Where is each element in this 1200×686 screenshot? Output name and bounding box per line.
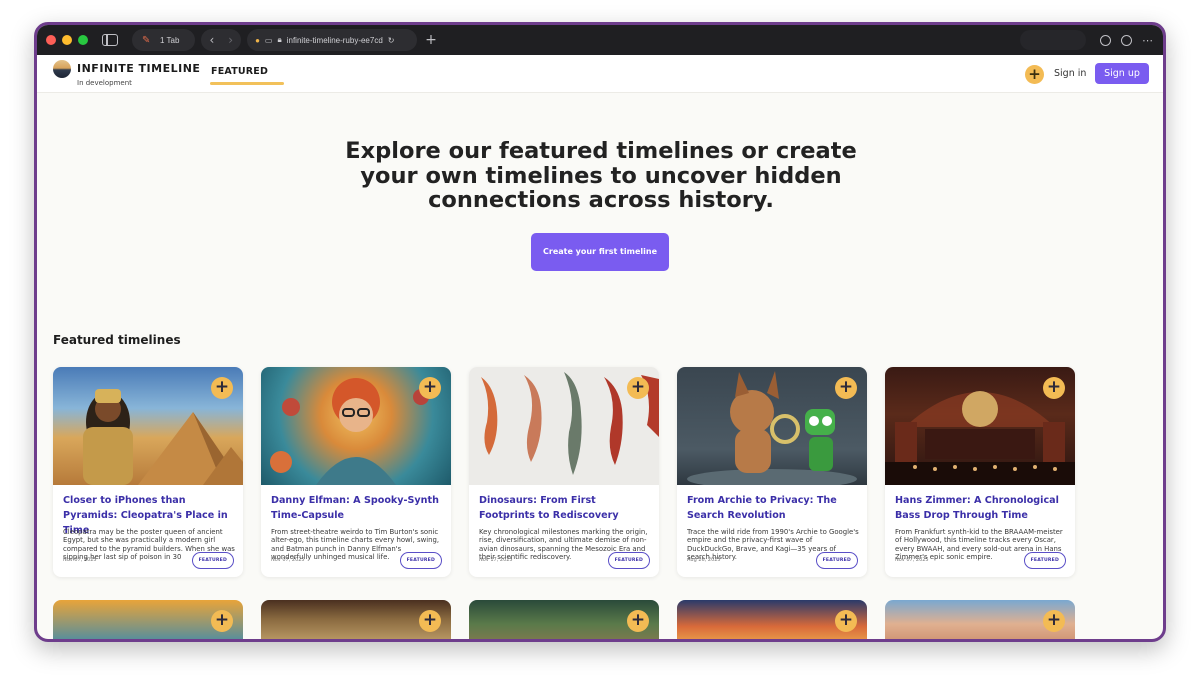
card-date: Nov 07, 2025 [895,557,929,563]
browser-window: ✎ 1 Tab ‹ › ● ▭ 🔒︎ infinite-timeline-rub… [34,22,1166,642]
add-card-plus-icon[interactable]: + [627,377,649,399]
timeline-card-partial[interactable]: + [53,600,243,639]
timeline-card[interactable]: + Danny Elfman: A Spooky-Synth Time-Caps… [261,367,451,577]
new-tab-icon[interactable]: + [425,32,437,48]
sign-up-button[interactable]: Sign up [1095,63,1149,84]
close-window-button[interactable] [46,35,56,45]
tab-count: 1 Tab [160,35,180,45]
card-title[interactable]: From Archie to Privacy: The Search Revol… [687,493,861,523]
card-date: Nov 07, 2025 [63,557,97,563]
timeline-card-partial[interactable]: + [261,600,451,639]
more-icon[interactable]: ⋯ [1142,34,1153,47]
create-timeline-button[interactable]: Create your first timeline [531,233,669,271]
sign-in-link[interactable]: Sign in [1054,68,1086,79]
maximize-window-button[interactable] [78,35,88,45]
brand-name[interactable]: INFINITE TIMELINE [77,62,200,75]
sidebar-toggle-icon[interactable] [102,34,118,46]
featured-badge: FEATURED [399,552,442,569]
card-date: Aug 26, 2025 [687,557,721,563]
add-card-plus-icon[interactable]: + [835,377,857,399]
add-card-plus-icon[interactable]: + [627,610,649,632]
timeline-card-partial[interactable]: + [677,600,867,639]
timeline-card-partial[interactable]: + [885,600,1075,639]
nav-featured-link[interactable]: FEATURED [211,66,268,77]
site-header: INFINITE TIMELINE In development FEATURE… [37,55,1163,93]
featured-badge: FEATURED [1023,552,1066,569]
featured-badge: FEATURED [815,552,858,569]
card-date: Nov 07, 2025 [271,557,305,563]
timeline-card[interactable]: + Hans Zimmer: A Chronological Bass Drop… [885,367,1075,577]
logo-icon[interactable] [53,60,71,78]
history-nav: ‹ › [201,29,242,51]
add-card-plus-icon[interactable]: + [419,610,441,632]
card-title[interactable]: Hans Zimmer: A Chronological Bass Drop T… [895,493,1069,523]
add-card-plus-icon[interactable]: + [211,610,233,632]
card-date: Nov 17, 2025 [479,557,513,563]
featured-badge: FEATURED [191,552,234,569]
add-card-plus-icon[interactable]: + [1043,610,1065,632]
add-card-plus-icon[interactable]: + [211,377,233,399]
site-favicon-icon: ● [255,35,260,45]
forward-icon[interactable]: › [228,33,233,47]
hero-title: Explore our featured timelines or create… [345,138,857,213]
brush-icon: ✎ [142,34,151,46]
add-timeline-button[interactable]: + [1025,65,1044,84]
card-title[interactable]: Dinosaurs: From First Footprints to Redi… [479,493,653,523]
minimize-window-button[interactable] [62,35,72,45]
toolbar-blank-pill [1020,30,1086,50]
featured-badge: FEATURED [607,552,650,569]
timeline-card-partial[interactable]: + [469,600,659,639]
lock-icon: 🔒︎ [277,35,282,44]
address-bar[interactable]: ● ▭ 🔒︎ infinite-timeline-ruby-ee7cd ↻ [247,29,418,51]
toolbar-right: ⋯ [1020,30,1153,50]
add-card-plus-icon[interactable]: + [419,377,441,399]
section-title: Featured timelines [53,333,181,347]
back-icon[interactable]: ‹ [209,33,214,47]
card-title[interactable]: Danny Elfman: A Spooky-Synth Time-Capsul… [271,493,445,523]
download-icon[interactable] [1121,34,1132,46]
add-card-plus-icon[interactable]: + [835,610,857,632]
page-icon: ▭ [264,35,273,45]
tab-group[interactable]: ✎ 1 Tab [132,29,196,51]
add-card-plus-icon[interactable]: + [1043,377,1065,399]
url-text: infinite-timeline-ruby-ee7cd [286,35,383,45]
timeline-card[interactable]: + From Archie to Privacy: The Search Rev… [677,367,867,577]
nav-active-indicator [210,82,284,85]
window-controls [46,35,88,45]
timeline-card[interactable]: + Closer to iPhones than Pyramids: Cleop… [53,367,243,577]
browser-toolbar: ✎ 1 Tab ‹ › ● ▭ 🔒︎ infinite-timeline-rub… [37,25,1163,55]
reload-icon[interactable]: ↻ [388,36,395,45]
shield-icon[interactable] [1100,34,1111,46]
brand-tagline: In development [77,79,132,87]
timeline-card[interactable]: + Dinosaurs: From First Footprints to Re… [469,367,659,577]
